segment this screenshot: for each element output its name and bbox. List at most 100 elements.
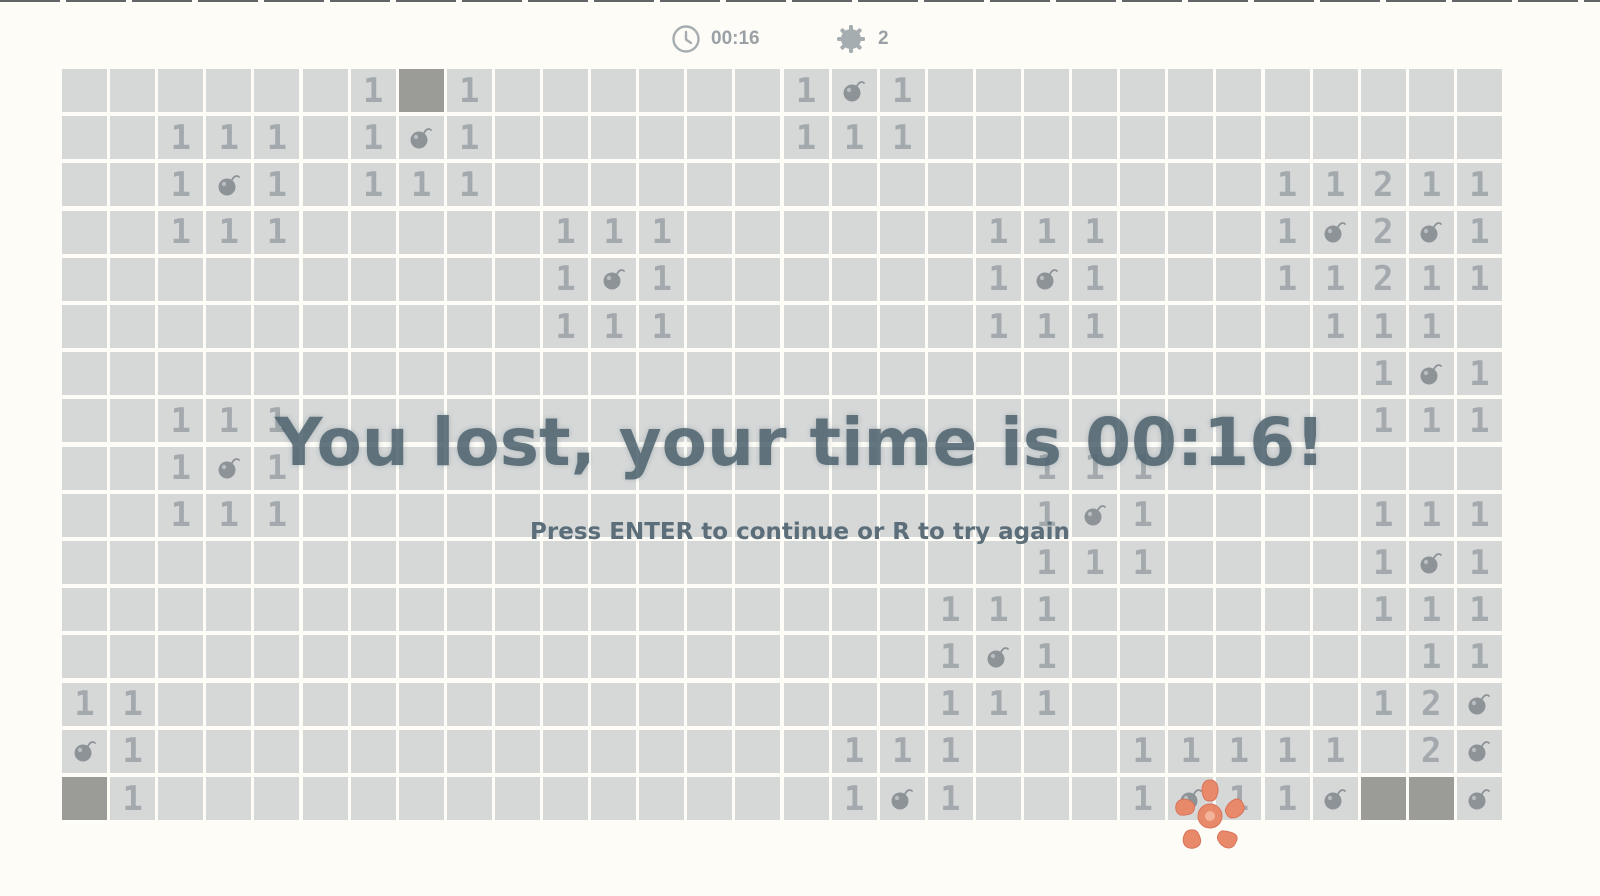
number-cell[interactable]: 2	[1408, 682, 1454, 726]
empty-cell[interactable]	[591, 777, 637, 820]
empty-cell[interactable]	[1216, 399, 1262, 443]
empty-cell[interactable]	[158, 729, 204, 773]
empty-cell[interactable]	[783, 446, 829, 490]
empty-cell[interactable]	[927, 69, 973, 112]
number-cell[interactable]: 1	[927, 588, 973, 632]
empty-cell[interactable]	[1456, 116, 1502, 160]
mine-cell[interactable]	[1456, 729, 1502, 773]
empty-cell[interactable]	[158, 305, 204, 348]
empty-cell[interactable]	[735, 682, 781, 726]
empty-cell[interactable]	[687, 588, 733, 632]
number-cell[interactable]: 1	[1024, 635, 1069, 679]
empty-cell[interactable]	[494, 493, 540, 537]
number-cell[interactable]: 1	[1264, 163, 1310, 207]
empty-cell[interactable]	[110, 257, 156, 301]
number-cell[interactable]: 1	[446, 163, 492, 207]
empty-cell[interactable]	[543, 493, 588, 537]
number-cell[interactable]: 1	[1360, 352, 1406, 396]
empty-cell[interactable]	[975, 729, 1021, 773]
empty-cell[interactable]	[206, 257, 252, 301]
empty-cell[interactable]	[639, 116, 685, 160]
empty-cell[interactable]	[927, 493, 973, 537]
number-cell[interactable]: 1	[975, 257, 1021, 301]
empty-cell[interactable]	[446, 729, 492, 773]
empty-cell[interactable]	[639, 777, 685, 820]
empty-cell[interactable]	[110, 352, 156, 396]
empty-cell[interactable]	[1216, 257, 1262, 301]
number-cell[interactable]: 1	[206, 399, 252, 443]
empty-cell[interactable]	[927, 399, 973, 443]
unrevealed-cell[interactable]	[1408, 777, 1454, 820]
number-cell[interactable]: 1	[1072, 446, 1118, 490]
empty-cell[interactable]	[158, 541, 204, 584]
empty-cell[interactable]	[735, 777, 781, 820]
empty-cell[interactable]	[1408, 116, 1454, 160]
empty-cell[interactable]	[350, 210, 396, 254]
empty-cell[interactable]	[254, 69, 300, 112]
empty-cell[interactable]	[543, 446, 588, 490]
empty-cell[interactable]	[350, 777, 396, 820]
empty-cell[interactable]	[254, 352, 300, 396]
empty-cell[interactable]	[735, 163, 781, 207]
empty-cell[interactable]	[62, 541, 107, 584]
empty-cell[interactable]	[1264, 635, 1310, 679]
empty-cell[interactable]	[1216, 116, 1262, 160]
empty-cell[interactable]	[1024, 777, 1069, 820]
empty-cell[interactable]	[254, 541, 300, 584]
empty-cell[interactable]	[446, 777, 492, 820]
mine-cell[interactable]	[206, 446, 252, 490]
empty-cell[interactable]	[783, 777, 829, 820]
empty-cell[interactable]	[62, 635, 107, 679]
number-cell[interactable]: 1	[1072, 257, 1118, 301]
empty-cell[interactable]	[1120, 305, 1166, 348]
empty-cell[interactable]	[1456, 446, 1502, 490]
empty-cell[interactable]	[591, 635, 637, 679]
empty-cell[interactable]	[543, 69, 588, 112]
number-cell[interactable]: 1	[1408, 257, 1454, 301]
empty-cell[interactable]	[446, 257, 492, 301]
empty-cell[interactable]	[1360, 116, 1406, 160]
unrevealed-cell[interactable]	[398, 69, 444, 112]
number-cell[interactable]: 1	[254, 399, 300, 443]
empty-cell[interactable]	[206, 682, 252, 726]
empty-cell[interactable]	[62, 257, 107, 301]
number-cell[interactable]: 1	[1456, 493, 1502, 537]
empty-cell[interactable]	[1168, 210, 1214, 254]
number-cell[interactable]: 1	[1408, 305, 1454, 348]
empty-cell[interactable]	[1120, 69, 1166, 112]
empty-cell[interactable]	[494, 305, 540, 348]
empty-cell[interactable]	[1168, 682, 1214, 726]
number-cell[interactable]: 1	[975, 588, 1021, 632]
empty-cell[interactable]	[446, 305, 492, 348]
empty-cell[interactable]	[591, 682, 637, 726]
empty-cell[interactable]	[1312, 116, 1358, 160]
empty-cell[interactable]	[158, 682, 204, 726]
empty-cell[interactable]	[1216, 635, 1262, 679]
number-cell[interactable]: 1	[1456, 163, 1502, 207]
mine-cell[interactable]	[879, 777, 925, 820]
empty-cell[interactable]	[1360, 635, 1406, 679]
empty-cell[interactable]	[398, 257, 444, 301]
empty-cell[interactable]	[1072, 163, 1118, 207]
number-cell[interactable]: 1	[1168, 729, 1214, 773]
mine-cell[interactable]	[591, 257, 637, 301]
empty-cell[interactable]	[1120, 588, 1166, 632]
number-cell[interactable]: 1	[446, 69, 492, 112]
empty-cell[interactable]	[687, 257, 733, 301]
mine-cell[interactable]	[62, 729, 107, 773]
empty-cell[interactable]	[62, 399, 107, 443]
empty-cell[interactable]	[302, 777, 348, 820]
empty-cell[interactable]	[1168, 257, 1214, 301]
empty-cell[interactable]	[1216, 682, 1262, 726]
empty-cell[interactable]	[62, 493, 107, 537]
empty-cell[interactable]	[1312, 635, 1358, 679]
empty-cell[interactable]	[398, 635, 444, 679]
empty-cell[interactable]	[1264, 541, 1310, 584]
empty-cell[interactable]	[975, 399, 1021, 443]
empty-cell[interactable]	[1168, 635, 1214, 679]
empty-cell[interactable]	[543, 682, 588, 726]
empty-cell[interactable]	[398, 541, 444, 584]
empty-cell[interactable]	[62, 305, 107, 348]
number-cell[interactable]: 1	[783, 69, 829, 112]
empty-cell[interactable]	[302, 446, 348, 490]
